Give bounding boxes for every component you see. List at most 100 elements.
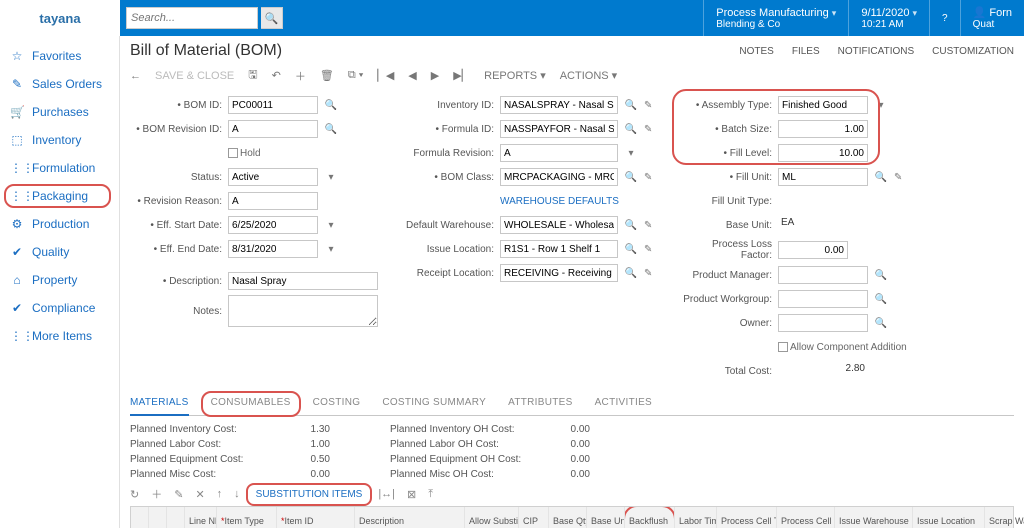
tab-activities[interactable]: ACTIVITIES bbox=[595, 391, 652, 415]
col-header[interactable] bbox=[167, 507, 185, 528]
fill-level-input[interactable] bbox=[778, 144, 868, 162]
edit-icon[interactable]: ✎ bbox=[644, 220, 656, 231]
date-cell[interactable]: 9/11/2020 ▾ 10:21 AM bbox=[848, 0, 929, 36]
prev-icon[interactable]: ◀ bbox=[408, 69, 416, 82]
col-header[interactable]: Process Cell Time ID bbox=[717, 507, 777, 528]
search-input[interactable] bbox=[126, 7, 258, 29]
up-icon[interactable]: ↑ bbox=[217, 488, 223, 500]
asm-type-input[interactable] bbox=[778, 96, 868, 114]
help-icon[interactable]: ? bbox=[929, 0, 960, 36]
lookup-icon[interactable]: 🔍 bbox=[624, 172, 638, 183]
edit-icon[interactable]: ✎ bbox=[644, 244, 656, 255]
lookup-icon[interactable]: 🔍 bbox=[874, 294, 888, 305]
lookup-icon[interactable]: 🔍 bbox=[624, 124, 638, 135]
col-header[interactable]: Description bbox=[355, 507, 465, 528]
tab-costing-summary[interactable]: COSTING SUMMARY bbox=[382, 391, 486, 415]
add-row-icon[interactable]: ＋ bbox=[151, 486, 162, 502]
lookup-icon[interactable]: 🔍 bbox=[624, 220, 638, 231]
col-header[interactable]: CIP bbox=[519, 507, 549, 528]
lookup-icon[interactable]: 🔍 bbox=[624, 268, 638, 279]
sidebar-item-quality[interactable]: ✔Quality bbox=[0, 238, 119, 266]
col-header[interactable] bbox=[149, 507, 167, 528]
issue-loc-input[interactable] bbox=[500, 240, 618, 258]
actions-button[interactable]: ACTIONS ▾ bbox=[560, 69, 617, 82]
col-header[interactable]: Labor Time Hours bbox=[675, 507, 717, 528]
col-header[interactable] bbox=[131, 507, 149, 528]
lookup-icon[interactable]: 🔍 bbox=[874, 172, 888, 183]
tab-consumables[interactable]: CONSUMABLES bbox=[211, 391, 291, 415]
sidebar-item-favorites[interactable]: ☆Favorites bbox=[0, 42, 119, 70]
batch-size-input[interactable] bbox=[778, 120, 868, 138]
add-icon[interactable]: ＋ bbox=[295, 68, 306, 84]
edit-icon[interactable]: ✎ bbox=[894, 172, 906, 183]
prod-wg-input[interactable] bbox=[778, 290, 868, 308]
sidebar-item-compliance[interactable]: ✔Compliance bbox=[0, 294, 119, 322]
chevron-down-icon[interactable]: ▾ bbox=[324, 244, 338, 255]
bom-class-input[interactable] bbox=[500, 168, 618, 186]
tab-attributes[interactable]: ATTRIBUTES bbox=[508, 391, 572, 415]
export-icon[interactable]: ⊠ bbox=[407, 488, 416, 501]
col-header[interactable]: Line Nbr bbox=[185, 507, 217, 528]
lookup-icon[interactable]: 🔍 bbox=[324, 124, 338, 135]
undo-icon[interactable]: ↶ bbox=[272, 69, 281, 82]
sidebar-item-production[interactable]: ⚙Production bbox=[0, 210, 119, 238]
header-action-notifications[interactable]: NOTIFICATIONS bbox=[838, 46, 914, 57]
col-header[interactable]: Process Cell Time Hours bbox=[777, 507, 835, 528]
user-cell[interactable]: 👤 Forn Quat bbox=[960, 0, 1024, 36]
sidebar-item-inventory[interactable]: ⬚Inventory bbox=[0, 126, 119, 154]
chevron-down-icon[interactable]: ▾ bbox=[624, 148, 638, 159]
copy-icon[interactable]: ⧉ ▾ bbox=[348, 69, 364, 82]
fit-icon[interactable]: |↔| bbox=[378, 488, 395, 500]
back-icon[interactable]: ← bbox=[130, 70, 141, 82]
owner-input[interactable] bbox=[778, 314, 868, 332]
proc-loss-input[interactable] bbox=[778, 241, 848, 259]
col-header[interactable]: *Item ID bbox=[277, 507, 355, 528]
notes-input[interactable] bbox=[228, 295, 378, 327]
lookup-icon[interactable]: 🔍 bbox=[324, 100, 338, 111]
col-header[interactable]: Issue Location bbox=[913, 507, 985, 528]
substitution-items-button[interactable]: SUBSTITUTION ITEMS bbox=[252, 487, 367, 502]
formula-id-input[interactable] bbox=[500, 120, 618, 138]
first-icon[interactable]: ▏◀ bbox=[377, 69, 394, 82]
delete-icon[interactable]: 🗑 bbox=[320, 69, 334, 82]
eff-end-input[interactable] bbox=[228, 240, 318, 258]
refresh-icon[interactable]: ↻ bbox=[130, 488, 139, 501]
col-header[interactable]: Issue Warehouse bbox=[835, 507, 913, 528]
sidebar-item-packaging[interactable]: ⋮⋮Packaging bbox=[0, 182, 119, 210]
down-icon[interactable]: ↓ bbox=[234, 488, 240, 500]
sidebar-item-property[interactable]: ⌂Property bbox=[0, 266, 119, 294]
chevron-down-icon[interactable]: ▾ bbox=[874, 100, 888, 111]
save-icon[interactable]: 🖫 bbox=[248, 66, 257, 85]
sidebar-item-purchases[interactable]: 🛒Purchases bbox=[0, 98, 119, 126]
tab-materials[interactable]: MATERIALS bbox=[130, 391, 189, 416]
col-header[interactable]: Backflush bbox=[625, 507, 675, 528]
allow-comp-checkbox[interactable]: Allow Component Addition bbox=[778, 342, 907, 353]
sidebar-item-more-items[interactable]: ⋮⋮More Items bbox=[0, 322, 119, 350]
default-wh-input[interactable] bbox=[500, 216, 618, 234]
lookup-icon[interactable]: 🔍 bbox=[874, 270, 888, 281]
col-header[interactable]: Base Qty bbox=[549, 507, 587, 528]
lookup-icon[interactable]: 🔍 bbox=[624, 100, 638, 111]
prod-mgr-input[interactable] bbox=[778, 266, 868, 284]
col-header[interactable]: Scrap Warehouse bbox=[985, 507, 1024, 528]
inventory-id-input[interactable] bbox=[500, 96, 618, 114]
bom-id-input[interactable] bbox=[228, 96, 318, 114]
next-icon[interactable]: ▶ bbox=[431, 69, 439, 82]
sidebar-item-formulation[interactable]: ⋮⋮Formulation bbox=[0, 154, 119, 182]
col-header[interactable]: Allow Substitute bbox=[465, 507, 519, 528]
warehouse-defaults-link[interactable]: WAREHOUSE DEFAULTS bbox=[500, 196, 619, 207]
col-header[interactable]: *Item Type bbox=[217, 507, 277, 528]
eff-start-input[interactable] bbox=[228, 216, 318, 234]
header-action-files[interactable]: FILES bbox=[792, 46, 820, 57]
delete-row-icon[interactable]: ✕ bbox=[195, 488, 204, 501]
search-icon[interactable]: 🔍 bbox=[261, 7, 283, 29]
header-action-customization[interactable]: CUSTOMIZATION bbox=[932, 46, 1014, 57]
edit-icon[interactable]: ✎ bbox=[644, 172, 656, 183]
reports-button[interactable]: REPORTS ▾ bbox=[484, 69, 546, 82]
desc-input[interactable] bbox=[228, 272, 378, 290]
last-icon[interactable]: ▶▏ bbox=[453, 69, 470, 82]
sidebar-item-sales-orders[interactable]: ✎Sales Orders bbox=[0, 70, 119, 98]
tenant-cell[interactable]: Process Manufacturing ▾ Blending & Co bbox=[703, 0, 848, 36]
edit-icon[interactable]: ✎ bbox=[644, 124, 656, 135]
upload-icon[interactable]: ⤒ bbox=[428, 488, 433, 501]
